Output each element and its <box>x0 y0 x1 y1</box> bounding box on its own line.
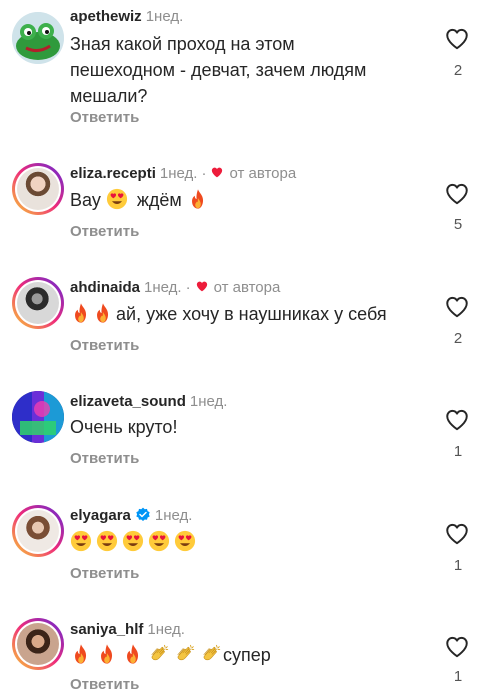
frog-avatar-icon <box>12 12 64 64</box>
heart-eyes-emoji-icon <box>148 530 170 552</box>
heart-icon <box>444 521 470 547</box>
like-count: 1 <box>453 443 463 460</box>
author-liked-label: от автора <box>229 165 297 182</box>
comment-text: супер <box>70 642 440 668</box>
like-count: 2 <box>453 330 463 347</box>
comment-header: elizaveta_sound 1нед. <box>70 393 227 411</box>
like-count: 1 <box>453 668 463 685</box>
comment-text: Зная какой проход на этом пешеходном - д… <box>70 31 440 109</box>
username[interactable]: elyagara <box>70 507 131 524</box>
username[interactable]: ahdinaida <box>70 279 140 296</box>
clapping-hands-emoji-icon <box>200 643 222 665</box>
comment-text-part: ждём <box>136 190 182 210</box>
comment-text: Вау ждём <box>70 187 440 213</box>
avatar[interactable] <box>12 163 64 215</box>
comment-header: elyagara 1нед. <box>70 507 192 525</box>
heart-eyes-emoji-icon <box>70 530 92 552</box>
clapping-hands-emoji-icon <box>174 643 196 665</box>
comment-text: Очень круто! <box>70 414 440 440</box>
reply-button[interactable]: Ответить <box>70 223 139 240</box>
like-count: 2 <box>453 62 463 79</box>
comment-header: saniya_hlf 1нед. <box>70 621 185 639</box>
timestamp: 1нед. <box>147 621 185 638</box>
heart-icon <box>444 26 470 52</box>
username[interactable]: saniya_hlf <box>70 621 143 638</box>
avatar-photo <box>17 623 59 665</box>
heart-icon <box>444 181 470 207</box>
timestamp: 1нед. <box>144 279 182 296</box>
like-button[interactable] <box>442 181 472 207</box>
heart-eyes-emoji-icon <box>106 188 128 210</box>
comment-text-line: пешеходном - девчат, зачем людям <box>70 60 367 80</box>
avatar[interactable] <box>12 391 64 443</box>
like-button[interactable] <box>442 634 472 660</box>
avatar[interactable] <box>12 618 64 670</box>
like-count: 5 <box>453 216 463 233</box>
comment-text-line: мешали? <box>70 86 148 106</box>
comment-text-part: Вау <box>70 190 101 210</box>
timestamp: 1нед. <box>145 8 184 25</box>
author-liked-label: от автора <box>213 279 281 296</box>
author-heart-icon <box>210 166 224 179</box>
avatar[interactable] <box>12 12 64 64</box>
fire-emoji-icon <box>96 643 118 665</box>
separator-dot: · <box>201 165 207 182</box>
comment-header: apethewiz 1нед. <box>70 8 183 26</box>
comment-header: eliza.recepti 1нед. · от автора <box>70 165 296 183</box>
reply-button[interactable]: Ответить <box>70 337 139 354</box>
timestamp: 1нед. <box>159 165 198 182</box>
comment-text-part: ай, уже хочу в наушниках у себя <box>116 304 387 324</box>
avatar[interactable] <box>12 505 64 557</box>
comment-text-part: Очень круто! <box>70 417 178 437</box>
reply-button[interactable]: Ответить <box>70 565 139 582</box>
fire-emoji-icon <box>122 643 144 665</box>
author-heart-icon <box>195 280 209 293</box>
comment-text-line: Зная какой проход на этом <box>70 34 295 54</box>
avatar-photo <box>17 168 59 210</box>
reply-button[interactable]: Ответить <box>70 450 139 467</box>
reply-button[interactable]: Ответить <box>70 109 139 126</box>
clapping-hands-emoji-icon <box>148 643 170 665</box>
comment-text: ай, уже хочу в наушниках у себя <box>70 301 440 327</box>
like-button[interactable] <box>442 26 472 52</box>
username[interactable]: eliza.recepti <box>70 165 156 182</box>
like-button[interactable] <box>442 521 472 547</box>
username[interactable]: apethewiz <box>70 8 142 25</box>
like-button[interactable] <box>442 407 472 433</box>
heart-eyes-emoji-icon <box>174 530 196 552</box>
avatar[interactable] <box>12 277 64 329</box>
comment-header: ahdinaida 1нед. · от автора <box>70 279 280 297</box>
heart-icon <box>444 294 470 320</box>
separator-dot: · <box>185 279 191 296</box>
timestamp: 1нед. <box>154 507 193 524</box>
comment-text-part: супер <box>223 645 271 665</box>
heart-icon <box>444 634 470 660</box>
fire-emoji-icon <box>70 643 92 665</box>
avatar-photo <box>17 282 59 324</box>
fire-emoji-icon <box>92 302 114 324</box>
timestamp: 1нед. <box>189 393 228 410</box>
reply-button[interactable]: Ответить <box>70 676 139 693</box>
like-count: 1 <box>453 557 463 574</box>
heart-icon <box>444 407 470 433</box>
username[interactable]: elizaveta_sound <box>70 393 186 410</box>
heart-eyes-emoji-icon <box>122 530 144 552</box>
neon-abstract-avatar-icon <box>12 391 64 443</box>
fire-emoji-icon <box>70 302 92 324</box>
fire-emoji-icon <box>187 188 209 210</box>
like-button[interactable] <box>442 294 472 320</box>
avatar-photo <box>17 510 59 552</box>
comment-text <box>70 529 440 555</box>
verified-badge-icon <box>135 507 151 523</box>
heart-eyes-emoji-icon <box>96 530 118 552</box>
